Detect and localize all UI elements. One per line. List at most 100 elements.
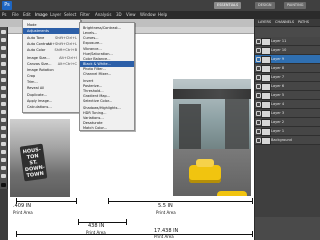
path-select-tool-icon[interactable] xyxy=(1,150,6,154)
menu-item-calculations[interactable]: Calculations... xyxy=(23,104,80,110)
dimension-line xyxy=(16,234,252,235)
layer-row[interactable]: Layer 2 xyxy=(255,118,320,127)
menu-item-shortcut: Shift+Ctrl+B xyxy=(54,48,77,52)
yellow-taxi-1 xyxy=(189,159,221,183)
layer-thumbnail xyxy=(261,74,271,82)
dimension-value: 438 IN xyxy=(88,223,105,229)
layer-name: Layer 1 xyxy=(271,129,285,133)
elevated-train-bridge xyxy=(173,89,251,99)
layer-row[interactable]: Background xyxy=(255,136,320,145)
gradient-tool-icon[interactable] xyxy=(1,118,6,122)
layer-row[interactable]: Layer 1 xyxy=(255,127,320,136)
dimension-line xyxy=(108,201,253,202)
menu-view[interactable]: View xyxy=(126,11,136,19)
menu-bar: Ps File Edit Image Layer Select Filter A… xyxy=(0,11,320,19)
layer-row[interactable]: Layer 7 xyxy=(255,73,320,82)
right-panels: LAYERS CHANNELS PATHS Layer 11 Layer 10 … xyxy=(254,19,320,240)
submenu-item[interactable]: Channel Mixer... xyxy=(80,71,134,77)
tab-channels[interactable]: CHANNELS xyxy=(275,19,294,26)
menu-3d[interactable]: 3D xyxy=(116,11,122,19)
foreground-color-swatch[interactable] xyxy=(1,183,6,187)
workspace-design-tab[interactable]: DESIGN xyxy=(255,2,275,9)
layer-row[interactable]: Layer 6 xyxy=(255,82,320,91)
layer-name: Layer 3 xyxy=(271,111,285,115)
layer-thumbnail xyxy=(261,92,271,100)
menu-item-label: Auto Color xyxy=(27,48,46,52)
layer-row[interactable]: Layer 10 xyxy=(255,46,320,55)
print-area-label: Print Area xyxy=(13,210,33,215)
layer-thumbnail xyxy=(261,110,271,118)
workspace-painting-tab[interactable]: PAINTING xyxy=(284,2,307,9)
tools-panel xyxy=(0,27,8,189)
menu-item-label: Image Rotation xyxy=(27,68,54,72)
dimension-tick xyxy=(126,219,127,225)
dodge-tool-icon[interactable] xyxy=(1,126,6,130)
menu-image[interactable]: Image xyxy=(35,11,48,19)
menu-item-auto-color[interactable]: Auto Color Shift+Ctrl+B xyxy=(23,47,80,53)
brush-tool-icon[interactable] xyxy=(1,86,6,90)
layer-name: Layer 11 xyxy=(271,39,287,43)
menu-window[interactable]: Window xyxy=(140,11,156,19)
photoshop-window: Ps ESSENTIALS DESIGN PAINTING Ps File Ed… xyxy=(0,0,320,240)
layer-name: Layer 4 xyxy=(271,102,285,106)
history-brush-tool-icon[interactable] xyxy=(1,102,6,106)
dimension-line xyxy=(16,201,76,202)
menu-item-label: Mode xyxy=(27,23,37,27)
layer-name: Layer 9 xyxy=(271,57,285,61)
healing-brush-tool-icon[interactable] xyxy=(1,78,6,82)
print-dimensions: .409 IN Print Area 5.5 IN Print Area 438… xyxy=(8,197,254,240)
layer-row[interactable]: Layer 9 xyxy=(255,55,320,64)
menu-filter[interactable]: Filter xyxy=(80,11,90,19)
clone-stamp-tool-icon[interactable] xyxy=(1,94,6,98)
submenu-item[interactable]: Selective Color... xyxy=(80,98,134,104)
quick-select-tool-icon[interactable] xyxy=(1,54,6,58)
layer-row[interactable]: Layer 11 xyxy=(255,37,320,46)
eyedropper-tool-icon[interactable] xyxy=(1,70,6,74)
layer-row[interactable]: Layer 3 xyxy=(255,109,320,118)
submenu-item[interactable]: Match Color... xyxy=(80,125,134,131)
dimension-tick xyxy=(108,198,109,204)
menu-help[interactable]: Help xyxy=(158,11,167,19)
pen-tool-icon[interactable] xyxy=(1,134,6,138)
tab-paths[interactable]: PATHS xyxy=(298,19,309,26)
dimension-tick xyxy=(16,231,17,237)
layer-thumbnail xyxy=(261,137,271,145)
layer-name: Layer 2 xyxy=(271,120,285,124)
move-tool-icon[interactable] xyxy=(1,30,6,34)
zoom-tool-icon[interactable] xyxy=(1,174,6,178)
layer-row[interactable]: Layer 5 xyxy=(255,91,320,100)
hand-tool-icon[interactable] xyxy=(1,166,6,170)
workspace-essentials-tab[interactable]: ESSENTIALS xyxy=(214,2,242,9)
eraser-tool-icon[interactable] xyxy=(1,110,6,114)
layer-thumbnail xyxy=(261,47,271,55)
marquee-tool-icon[interactable] xyxy=(1,38,6,42)
layer-thumbnail xyxy=(261,119,271,127)
menu-item-label: Adjustments xyxy=(27,29,49,33)
dimension-value: .409 IN xyxy=(13,203,31,209)
dimension-tick xyxy=(76,198,77,204)
menu-item-adjustments[interactable]: Adjustments xyxy=(23,28,80,34)
type-tool-icon[interactable] xyxy=(1,142,6,146)
menu-item-reveal-all[interactable]: Reveal All xyxy=(23,85,80,91)
menu-item-label: Auto Tone xyxy=(27,36,45,40)
shape-tool-icon[interactable] xyxy=(1,158,6,162)
menu-select[interactable]: Select xyxy=(64,11,76,19)
lasso-tool-icon[interactable] xyxy=(1,46,6,50)
image-dropdown-menu: Mode Adjustments Auto Tone Shift+Ctrl+L A… xyxy=(22,19,81,113)
layer-name: Layer 7 xyxy=(271,75,285,79)
layer-row[interactable]: Layer 8 xyxy=(255,64,320,73)
layer-row[interactable]: Layer 4 xyxy=(255,100,320,109)
layer-thumbnail xyxy=(261,128,271,136)
tab-layers[interactable]: LAYERS xyxy=(258,19,271,26)
menu-edit[interactable]: Edit xyxy=(23,11,31,19)
crop-tool-icon[interactable] xyxy=(1,62,6,66)
yellow-taxi-2 xyxy=(217,191,247,196)
layer-thumbnail xyxy=(261,101,271,109)
building-left xyxy=(179,104,201,154)
menu-layer[interactable]: Layer xyxy=(50,11,61,19)
layer-name: Layer 6 xyxy=(271,84,285,88)
menu-app[interactable]: Ps xyxy=(2,11,6,19)
menu-file[interactable]: File xyxy=(12,11,19,19)
menu-analysis[interactable]: Analysis xyxy=(95,11,111,19)
layer-thumbnail xyxy=(261,65,271,73)
